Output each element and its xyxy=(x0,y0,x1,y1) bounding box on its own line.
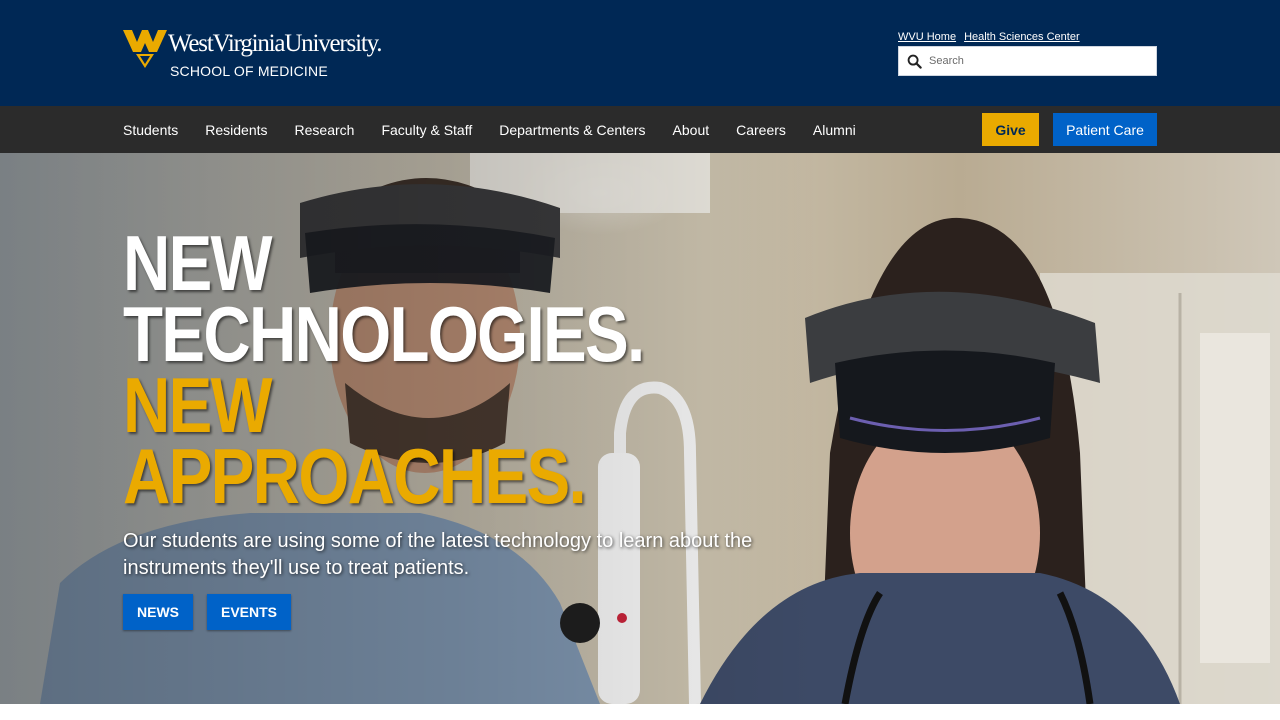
search-box xyxy=(898,46,1157,76)
search-icon[interactable] xyxy=(907,54,922,69)
hero-description: Our students are using some of the lates… xyxy=(123,530,753,579)
utility-link-health-sciences[interactable]: Health Sciences Center xyxy=(964,31,1080,43)
university-wordmark: WestVirginiaUniversity. xyxy=(168,30,382,57)
hero-banner: NEW TECHNOLOGIES. NEW APPROACHES. Our st… xyxy=(0,153,1280,704)
nav-item-faculty-staff[interactable]: Faculty & Staff xyxy=(381,122,472,138)
utility-link-wvu-home[interactable]: WVU Home xyxy=(898,31,956,43)
search-input[interactable] xyxy=(929,48,1151,74)
patient-care-button[interactable]: Patient Care xyxy=(1053,113,1157,146)
nav-items: Students Residents Research Faculty & St… xyxy=(123,106,883,153)
headline-line: NEW xyxy=(123,219,273,307)
nav-item-alumni[interactable]: Alumni xyxy=(813,122,856,138)
page-content-start xyxy=(0,704,1280,720)
nav-item-residents[interactable]: Residents xyxy=(205,122,267,138)
wvu-logo[interactable]: WestVirginiaUniversity. SCHOOL OF MEDICI… xyxy=(123,26,413,82)
headline-line: TECHNOLOGIES. xyxy=(123,290,645,378)
main-nav: Students Residents Research Faculty & St… xyxy=(0,106,1280,153)
nav-item-departments-centers[interactable]: Departments & Centers xyxy=(499,122,645,138)
nav-item-students[interactable]: Students xyxy=(123,122,178,138)
utility-links: WVU Home Health Sciences Center xyxy=(898,31,1080,43)
events-button[interactable]: EVENTS xyxy=(207,594,292,630)
headline-line: APPROACHES. xyxy=(123,432,587,520)
hero-buttons: NEWS EVENTS xyxy=(123,594,292,630)
give-button[interactable]: Give xyxy=(982,113,1039,146)
nav-item-research[interactable]: Research xyxy=(295,122,355,138)
news-button[interactable]: NEWS xyxy=(123,594,193,630)
site-header: WestVirginiaUniversity. SCHOOL OF MEDICI… xyxy=(0,0,1280,106)
headline-line: NEW xyxy=(123,361,273,449)
flying-wv-logo-icon xyxy=(123,30,167,68)
nav-item-about[interactable]: About xyxy=(673,122,710,138)
hero-headline: NEW TECHNOLOGIES. NEW APPROACHES. xyxy=(123,219,823,520)
school-name: SCHOOL OF MEDICINE xyxy=(170,63,328,79)
nav-item-careers[interactable]: Careers xyxy=(736,122,786,138)
